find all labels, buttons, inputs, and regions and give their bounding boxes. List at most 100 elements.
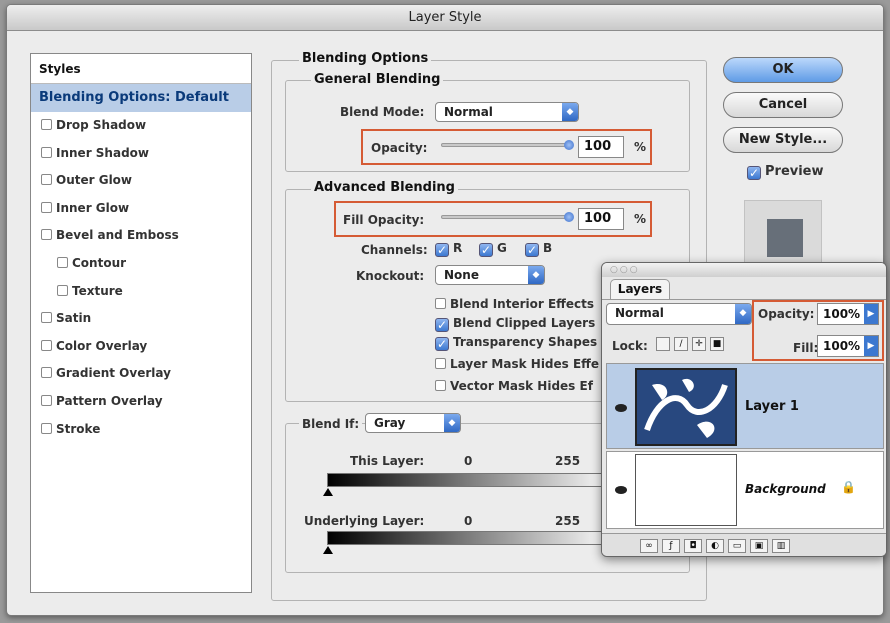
preview-checkbox[interactable]: ✓ Preview [747,164,824,180]
lock-all-icon[interactable]: ■ [710,337,724,351]
opacity-highlight [361,129,652,165]
knockout-select[interactable]: None ◆ [435,265,545,285]
lock-icon: 🔒 [841,480,856,494]
adjustment-icon[interactable]: ◐ [706,538,724,553]
checkbox[interactable] [57,284,68,296]
option-blend-interior[interactable]: Blend Interior Effects [435,297,594,311]
checkmark-icon[interactable]: ✓ [747,166,761,180]
layer-row-background[interactable]: Background 🔒 [606,451,884,529]
trash-icon[interactable]: ▥ [772,538,790,553]
blend-if-label: Blend If: [299,417,363,431]
checkbox[interactable] [41,146,52,158]
styles-item-inner-glow[interactable]: Inner Glow [31,195,251,223]
preview-swatch [767,219,803,257]
checkbox[interactable] [41,312,52,324]
underlying-black-handle[interactable] [323,546,333,554]
blending-options-title: Blending Options [299,51,432,66]
palette-window-controls[interactable]: ○○○ [602,263,886,277]
layer-thumbnail [635,368,737,446]
styles-item-inner-shadow[interactable]: Inner Shadow [31,140,251,168]
link-icon[interactable]: ∞ [640,538,658,553]
folder-icon[interactable]: ▭ [728,538,746,553]
lock-transparent-icon[interactable] [656,337,670,351]
lock-move-icon[interactable]: ✛ [692,337,706,351]
chevron-down-icon: ◆ [735,304,751,324]
lock-label: Lock: [612,339,648,353]
chevron-down-icon: ◆ [562,103,578,121]
styles-item-satin[interactable]: Satin [31,305,251,333]
this-layer-min: 0 [464,454,473,468]
styles-item-pattern-overlay[interactable]: Pattern Overlay [31,388,251,416]
checkbox[interactable] [435,358,446,369]
mask-icon[interactable]: ◘ [684,538,702,553]
new-layer-icon[interactable]: ▣ [750,538,768,553]
channel-g[interactable]: ✓ G [479,241,507,257]
option-transparency-shapes[interactable]: ✓ Transparency Shapes [435,335,597,351]
checkbox[interactable] [435,380,446,391]
checkmark-icon[interactable]: ✓ [435,243,449,257]
eye-icon[interactable] [615,404,627,412]
checkbox[interactable] [41,339,52,351]
layer-name: Background [745,482,826,496]
this-layer-black-handle[interactable] [323,488,333,496]
styles-item-texture[interactable]: Texture [31,278,251,306]
option-layer-mask[interactable]: Layer Mask Hides Effe [435,357,599,371]
channel-r[interactable]: ✓ R [435,241,462,257]
channel-b[interactable]: ✓ B [525,241,552,257]
styles-item-drop-shadow[interactable]: Drop Shadow [31,112,251,140]
checkbox[interactable] [57,256,68,268]
tab-layers[interactable]: Layers [610,279,670,299]
underlying-gradient[interactable] [327,531,617,545]
checkbox[interactable] [435,298,446,309]
styles-list: Styles Blending Options: Default Drop Sh… [30,53,252,593]
checkmark-icon[interactable]: ✓ [435,318,449,332]
option-blend-clipped[interactable]: ✓ Blend Clipped Layers [435,316,595,332]
blend-if-select[interactable]: Gray ◆ [365,413,461,433]
palette-footer: ∞ ƒ ◘ ◐ ▭ ▣ ▥ [602,533,886,556]
styles-item-gradient-overlay[interactable]: Gradient Overlay [31,360,251,388]
styles-item-contour[interactable]: Contour [31,250,251,278]
window-title: Layer Style [7,5,883,31]
layer-name: Layer 1 [745,399,799,414]
this-layer-label: This Layer: [350,454,425,468]
general-blending-title: General Blending [311,72,444,87]
layers-palette: ○○○ Layers Normal ◆ Opacity: 100% ▶ Lock: … [601,262,887,557]
checkbox[interactable] [41,201,52,213]
checkbox[interactable] [41,119,52,130]
new-style-button[interactable]: New Style... [723,127,843,153]
checkmark-icon[interactable]: ✓ [435,337,449,351]
underlying-max: 255 [555,514,581,528]
ok-button[interactable]: OK [723,57,843,83]
checkbox[interactable] [41,229,52,241]
leaf-pattern-icon [644,378,728,438]
checkbox[interactable] [41,422,52,434]
checkmark-icon[interactable]: ✓ [479,243,493,257]
chevron-down-icon: ◆ [444,414,460,432]
cancel-button[interactable]: Cancel [723,92,843,118]
checkbox[interactable] [41,174,52,186]
styles-item-stroke[interactable]: Stroke [31,416,251,444]
styles-item-color-overlay[interactable]: Color Overlay [31,333,251,361]
eye-icon[interactable] [615,486,627,494]
checkmark-icon[interactable]: ✓ [525,243,539,257]
styles-item-outer-glow[interactable]: Outer Glow [31,167,251,195]
styles-header: Styles [31,54,251,84]
knockout-label: Knockout: [356,269,425,283]
blend-mode-label: Blend Mode: [340,105,425,119]
blend-mode-select[interactable]: Normal ◆ [435,102,579,122]
this-layer-gradient[interactable] [327,473,617,487]
layer-row-layer1[interactable]: Layer 1 [606,363,884,449]
layer-blend-mode-select[interactable]: Normal ◆ [606,303,752,325]
checkbox[interactable] [41,394,52,406]
channels-label: Channels: [361,243,428,257]
option-vector-mask[interactable]: Vector Mask Hides Ef [435,379,593,393]
fx-icon[interactable]: ƒ [662,538,680,553]
checkbox[interactable] [41,367,52,379]
lock-icons[interactable]: ∕ ✛ ■ [652,337,724,351]
underlying-layer-label: Underlying Layer: [304,514,425,528]
styles-item-bevel-emboss[interactable]: Bevel and Emboss [31,222,251,250]
chevron-down-icon: ◆ [528,266,544,284]
this-layer-max: 255 [555,454,581,468]
styles-item-blending-options[interactable]: Blending Options: Default [31,84,251,112]
lock-brush-icon[interactable]: ∕ [674,337,688,351]
